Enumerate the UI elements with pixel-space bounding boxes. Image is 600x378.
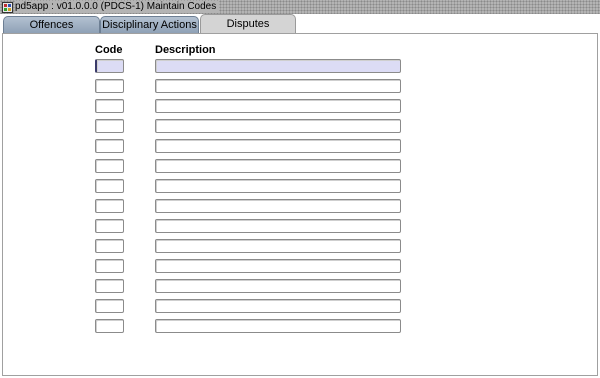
code-field[interactable] — [95, 279, 124, 293]
description-field[interactable] — [155, 119, 401, 133]
description-field[interactable] — [155, 239, 401, 253]
code-field[interactable] — [95, 239, 124, 253]
description-field[interactable] — [155, 299, 401, 313]
window-title: pd5app : v01.0.0.0 (PDCS-1) Maintain Cod… — [15, 1, 220, 13]
code-field[interactable] — [95, 79, 124, 93]
tab-label: Disputes — [226, 18, 270, 30]
tab-label: Offences — [29, 19, 74, 31]
code-field[interactable] — [95, 179, 124, 193]
tab-offences[interactable]: Offences — [3, 16, 100, 33]
description-field[interactable] — [155, 79, 401, 93]
code-field[interactable] — [95, 259, 124, 273]
app-icon — [1, 1, 13, 13]
code-field[interactable] — [95, 59, 124, 73]
code-column-header: Code — [95, 44, 123, 56]
code-field[interactable] — [95, 159, 124, 173]
tab-disciplinary-actions[interactable]: Disciplinary Actions — [100, 16, 199, 33]
description-field[interactable] — [155, 259, 401, 273]
description-field[interactable] — [155, 219, 401, 233]
tab-strip: Offences Disciplinary Actions Disputes — [0, 14, 600, 33]
code-field[interactable] — [95, 299, 124, 313]
description-field[interactable] — [155, 159, 401, 173]
window-title-bar: pd5app : v01.0.0.0 (PDCS-1) Maintain Cod… — [0, 0, 600, 14]
code-field[interactable] — [95, 219, 124, 233]
description-field[interactable] — [155, 179, 401, 193]
description-field[interactable] — [155, 59, 401, 73]
description-field[interactable] — [155, 199, 401, 213]
description-field[interactable] — [155, 279, 401, 293]
description-column-header: Description — [155, 44, 216, 56]
description-field[interactable] — [155, 319, 401, 333]
code-field[interactable] — [95, 99, 124, 113]
tab-label: Disciplinary Actions — [102, 19, 197, 31]
code-field[interactable] — [95, 199, 124, 213]
description-field[interactable] — [155, 139, 401, 153]
tab-disputes[interactable]: Disputes — [200, 14, 296, 33]
code-field[interactable] — [95, 119, 124, 133]
code-field[interactable] — [95, 139, 124, 153]
description-field[interactable] — [155, 99, 401, 113]
code-field[interactable] — [95, 319, 124, 333]
